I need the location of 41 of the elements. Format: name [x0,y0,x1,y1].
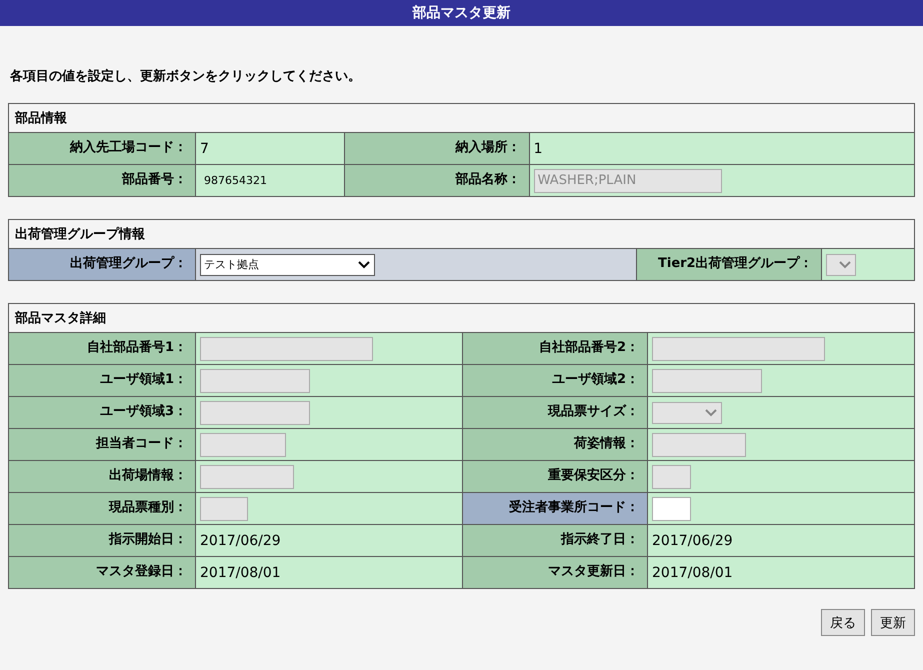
field-value: 2017/06/29 [200,532,281,548]
field-label: 重要保安区分： [462,460,648,492]
field-label: 納入先工場コード： [8,132,196,164]
field-label: 指示開始日： [8,524,196,556]
field-label: 指示終了日： [462,524,648,556]
field-label: 出荷管理グループ： [8,248,196,280]
field-label: 自社部品番号2： [462,332,648,364]
field-label: 出荷場情報： [8,460,196,492]
field-value: 1 [534,140,543,156]
field-label: Tier2出荷管理グループ： [636,248,822,280]
action-button[interactable]: 更新 [871,609,915,636]
field-label: 受注者事業所コード： [462,492,648,524]
field-label: ユーザ領域1： [8,364,196,396]
section-heading: 部品マスタ詳細 [15,311,106,326]
field-label: ユーザ領域3： [8,396,196,428]
field-value: 7 [200,140,209,156]
field-label: 荷姿情報： [462,428,648,460]
field-label: 部品番号： [8,164,196,196]
instruction-text: 各項目の値を設定し、更新ボタンをクリックしてください。 [10,68,362,86]
field-label: ユーザ領域2： [462,364,648,396]
field-label: 部品名称： [344,164,530,196]
field-value: 2017/08/01 [652,564,733,580]
chevron-down-icon [704,408,718,418]
field-label: 担当者コード： [8,428,196,460]
field-label: マスタ更新日： [462,556,648,588]
section-heading: 出荷管理グループ情報 [15,227,145,242]
field-value: 2017/06/29 [652,532,733,548]
chevron-down-icon [838,260,852,270]
select-field[interactable]: テスト拠点 [200,254,375,276]
field-label: 現品票サイズ： [462,396,648,428]
field-value: 987654321 [204,174,267,187]
section-heading: 部品情報 [15,111,67,126]
field-value: 2017/08/01 [200,564,281,580]
action-button[interactable]: 戻る [821,609,865,636]
field-label: マスタ登録日： [8,556,196,588]
chevron-down-icon [357,260,371,270]
field-label: 現品票種別： [8,492,196,524]
input-field[interactable] [652,496,691,520]
page-title: 部品マスタ更新 [0,0,923,26]
field-label: 自社部品番号1： [8,332,196,364]
field-label: 納入場所： [344,132,530,164]
